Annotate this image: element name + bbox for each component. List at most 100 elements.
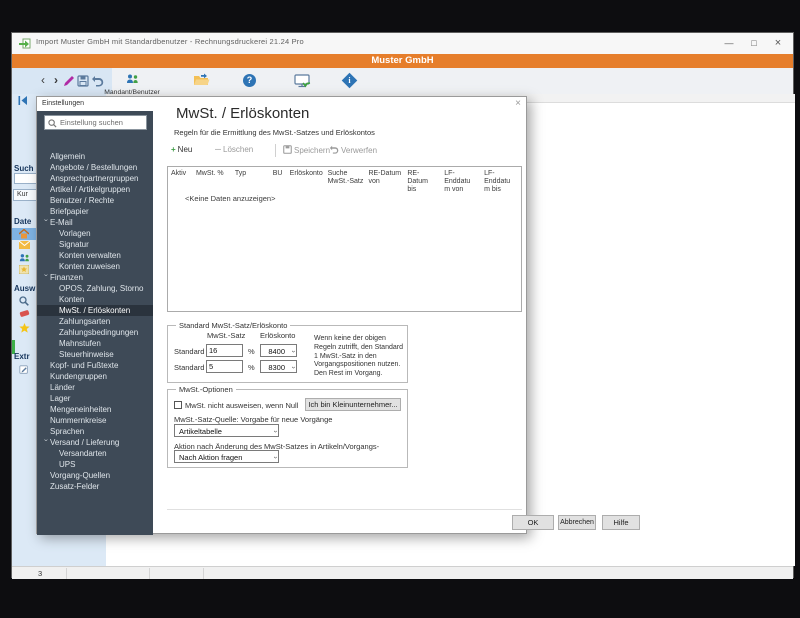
settings-nav-item[interactable]: ›Kundengruppen: [37, 371, 153, 382]
toolbar-separator: [275, 144, 276, 157]
settings-nav-item[interactable]: › Finanzen: [37, 272, 153, 283]
settings-nav: ›Allgemein ›Angebote / Bestellungen ›Ans…: [37, 151, 153, 492]
column-header[interactable]: Typ: [232, 167, 270, 194]
mwst-null-checkbox[interactable]: [174, 401, 182, 409]
settings-nav-item[interactable]: ›Steuerhinweise: [37, 349, 153, 360]
settings-nav-item[interactable]: › E-Mail: [37, 217, 153, 228]
settings-nav-item[interactable]: ›Benutzer / Rechte: [37, 195, 153, 206]
column-header[interactable]: MwSt. %: [193, 167, 232, 194]
settings-nav-item[interactable]: ›Länder: [37, 382, 153, 393]
settings-nav-item[interactable]: ›Vorgang-Quellen: [37, 470, 153, 481]
settings-nav-item[interactable]: ›Angebote / Bestellungen: [37, 162, 153, 173]
minimize-button[interactable]: —: [717, 33, 741, 54]
table-empty-text: <Keine Daten anzuzeigen>: [185, 194, 276, 203]
settings-nav-item[interactable]: ›Mahnstufen: [37, 338, 153, 349]
settings-nav-item[interactable]: ›Signatur: [37, 239, 153, 250]
settings-nav-item[interactable]: ›Konten zuweisen: [37, 261, 153, 272]
mandant-benutzer-button[interactable]: Mandant/Benutzer: [101, 70, 163, 96]
save-icon: [283, 145, 292, 154]
quelle-select[interactable]: Artikeltabelle ›: [174, 424, 279, 437]
column-header[interactable]: BU: [270, 167, 287, 194]
settings-nav-item[interactable]: ›Mengeneinheiten: [37, 404, 153, 415]
edit-pen-icon[interactable]: [63, 75, 75, 87]
help-button[interactable]: ?: [243, 74, 256, 87]
settings-nav-item[interactable]: ›Kopf- und Fußtexte: [37, 360, 153, 371]
footer-divider: [167, 509, 522, 510]
settings-nav-item[interactable]: ›Zusatz-Felder: [37, 481, 153, 492]
standard2-konto-select[interactable]: 8300 ›: [260, 360, 297, 373]
settings-nav-item[interactable]: ›MwSt. / Erlöskonten: [37, 305, 153, 316]
settings-search-box: [44, 115, 147, 130]
app-icon: [19, 38, 31, 49]
verwerfen-button[interactable]: Verwerfen: [329, 145, 377, 155]
status-divider: [66, 568, 67, 579]
standard1-rate-input[interactable]: [206, 344, 243, 357]
sidebar-auswertungen-header: Ausw: [14, 284, 36, 293]
aktion-select[interactable]: Nach Aktion fragen ›: [174, 450, 279, 463]
column-header[interactable]: Suche MwSt.-Satz: [325, 167, 366, 194]
loeschen-button[interactable]: — Löschen: [215, 145, 253, 154]
settings-nav-item[interactable]: ›Zahlungsarten: [37, 316, 153, 327]
maximize-button[interactable]: □: [742, 33, 766, 54]
settings-nav-item[interactable]: ›Zahlungsbedingungen: [37, 327, 153, 338]
page-subtitle: Regeln für die Ermittlung des MwSt.-Satz…: [174, 128, 375, 137]
standard2-unit: %: [248, 363, 255, 372]
settings-nav-item[interactable]: ›Konten: [37, 294, 153, 305]
settings-nav-item[interactable]: ›Allgemein: [37, 151, 153, 162]
cancel-button[interactable]: Abbrechen: [558, 515, 596, 530]
options-group-legend: MwSt.-Optionen: [176, 385, 236, 394]
rules-table-header: Aktiv MwSt. % Typ BU Erlöskonto Suche MwSt.-S…: [168, 167, 521, 194]
status-divider: [149, 568, 150, 579]
minus-icon: —: [215, 147, 221, 153]
settings-nav-item[interactable]: ›Nummernkreise: [37, 415, 153, 426]
column-header[interactable]: Erlöskonto: [287, 167, 325, 194]
settings-nav-item[interactable]: ›Konten verwalten: [37, 250, 153, 261]
settings-nav-item[interactable]: ›Vorlagen: [37, 228, 153, 239]
column-header[interactable]: RE-Datum bis: [404, 167, 441, 194]
undo-icon: [329, 145, 339, 154]
open-folder-icon[interactable]: [193, 73, 210, 87]
remote-support-icon[interactable]: [294, 74, 312, 88]
sidebar-extras-header: Extr: [14, 352, 30, 361]
contacts-icon: [19, 254, 29, 262]
column-header[interactable]: Aktiv: [168, 167, 193, 194]
options-group: MwSt.-Optionen MwSt. nicht ausweisen, we…: [167, 385, 408, 468]
column-header[interactable]: LF-Enddatu m bis: [481, 167, 521, 194]
rules-toolbar: + Neu — Löschen Speichern Verwerfen: [167, 144, 522, 159]
settings-nav-item[interactable]: ›Sprachen: [37, 426, 153, 437]
standard1-unit: %: [248, 347, 255, 356]
chevron-down-icon: ›: [289, 366, 297, 369]
back-button[interactable]: ‹: [37, 68, 49, 94]
rules-table[interactable]: Aktiv MwSt. % Typ BU Erlöskonto Suche MwSt.-S…: [167, 166, 522, 312]
home-icon: [19, 229, 29, 239]
speichern-button[interactable]: Speichern: [283, 145, 330, 155]
sidebar-search-label: Such: [14, 164, 34, 173]
collapse-sidebar-icon[interactable]: [18, 96, 27, 105]
desktop-background: Import Muster GmbH mit Standardbenutzer …: [0, 0, 800, 618]
save-icon[interactable]: [77, 75, 89, 87]
card-icon: [19, 265, 29, 274]
forward-button[interactable]: ›: [50, 68, 62, 94]
neu-button[interactable]: + Neu: [171, 145, 192, 154]
column-header[interactable]: RE-Datum von: [365, 167, 404, 194]
settings-search-input[interactable]: [60, 117, 145, 128]
settings-nav-item[interactable]: ›Versandarten: [37, 448, 153, 459]
standard1-konto-select[interactable]: 8400 ›: [260, 344, 297, 357]
dialog-content: MwSt. / Erlöskonten Regeln für die Ermit…: [153, 97, 640, 535]
close-button[interactable]: ×: [766, 33, 790, 54]
info-button[interactable]: i: [341, 72, 358, 89]
standard2-rate-input[interactable]: [206, 360, 243, 373]
ok-button[interactable]: OK: [512, 515, 554, 530]
help-button[interactable]: Hilfe: [602, 515, 640, 530]
settings-nav-item[interactable]: ›Lager: [37, 393, 153, 404]
settings-nav-item[interactable]: › Versand / Lieferung: [37, 437, 153, 448]
settings-nav-item[interactable]: ›UPS: [37, 459, 153, 470]
settings-nav-item[interactable]: ›Artikel / Artikelgruppen: [37, 184, 153, 195]
settings-nav-item[interactable]: ›Ansprechpartnergruppen: [37, 173, 153, 184]
stamp-icon: [19, 310, 30, 317]
settings-nav-item[interactable]: ›Briefpapier: [37, 206, 153, 217]
help-glyph: ?: [246, 75, 253, 85]
kleinunternehmer-button[interactable]: Ich bin Kleinunternehmer...: [305, 398, 401, 411]
column-header[interactable]: LF-Enddatu m von: [441, 167, 481, 194]
settings-nav-item[interactable]: ›OPOS, Zahlung, Storno: [37, 283, 153, 294]
